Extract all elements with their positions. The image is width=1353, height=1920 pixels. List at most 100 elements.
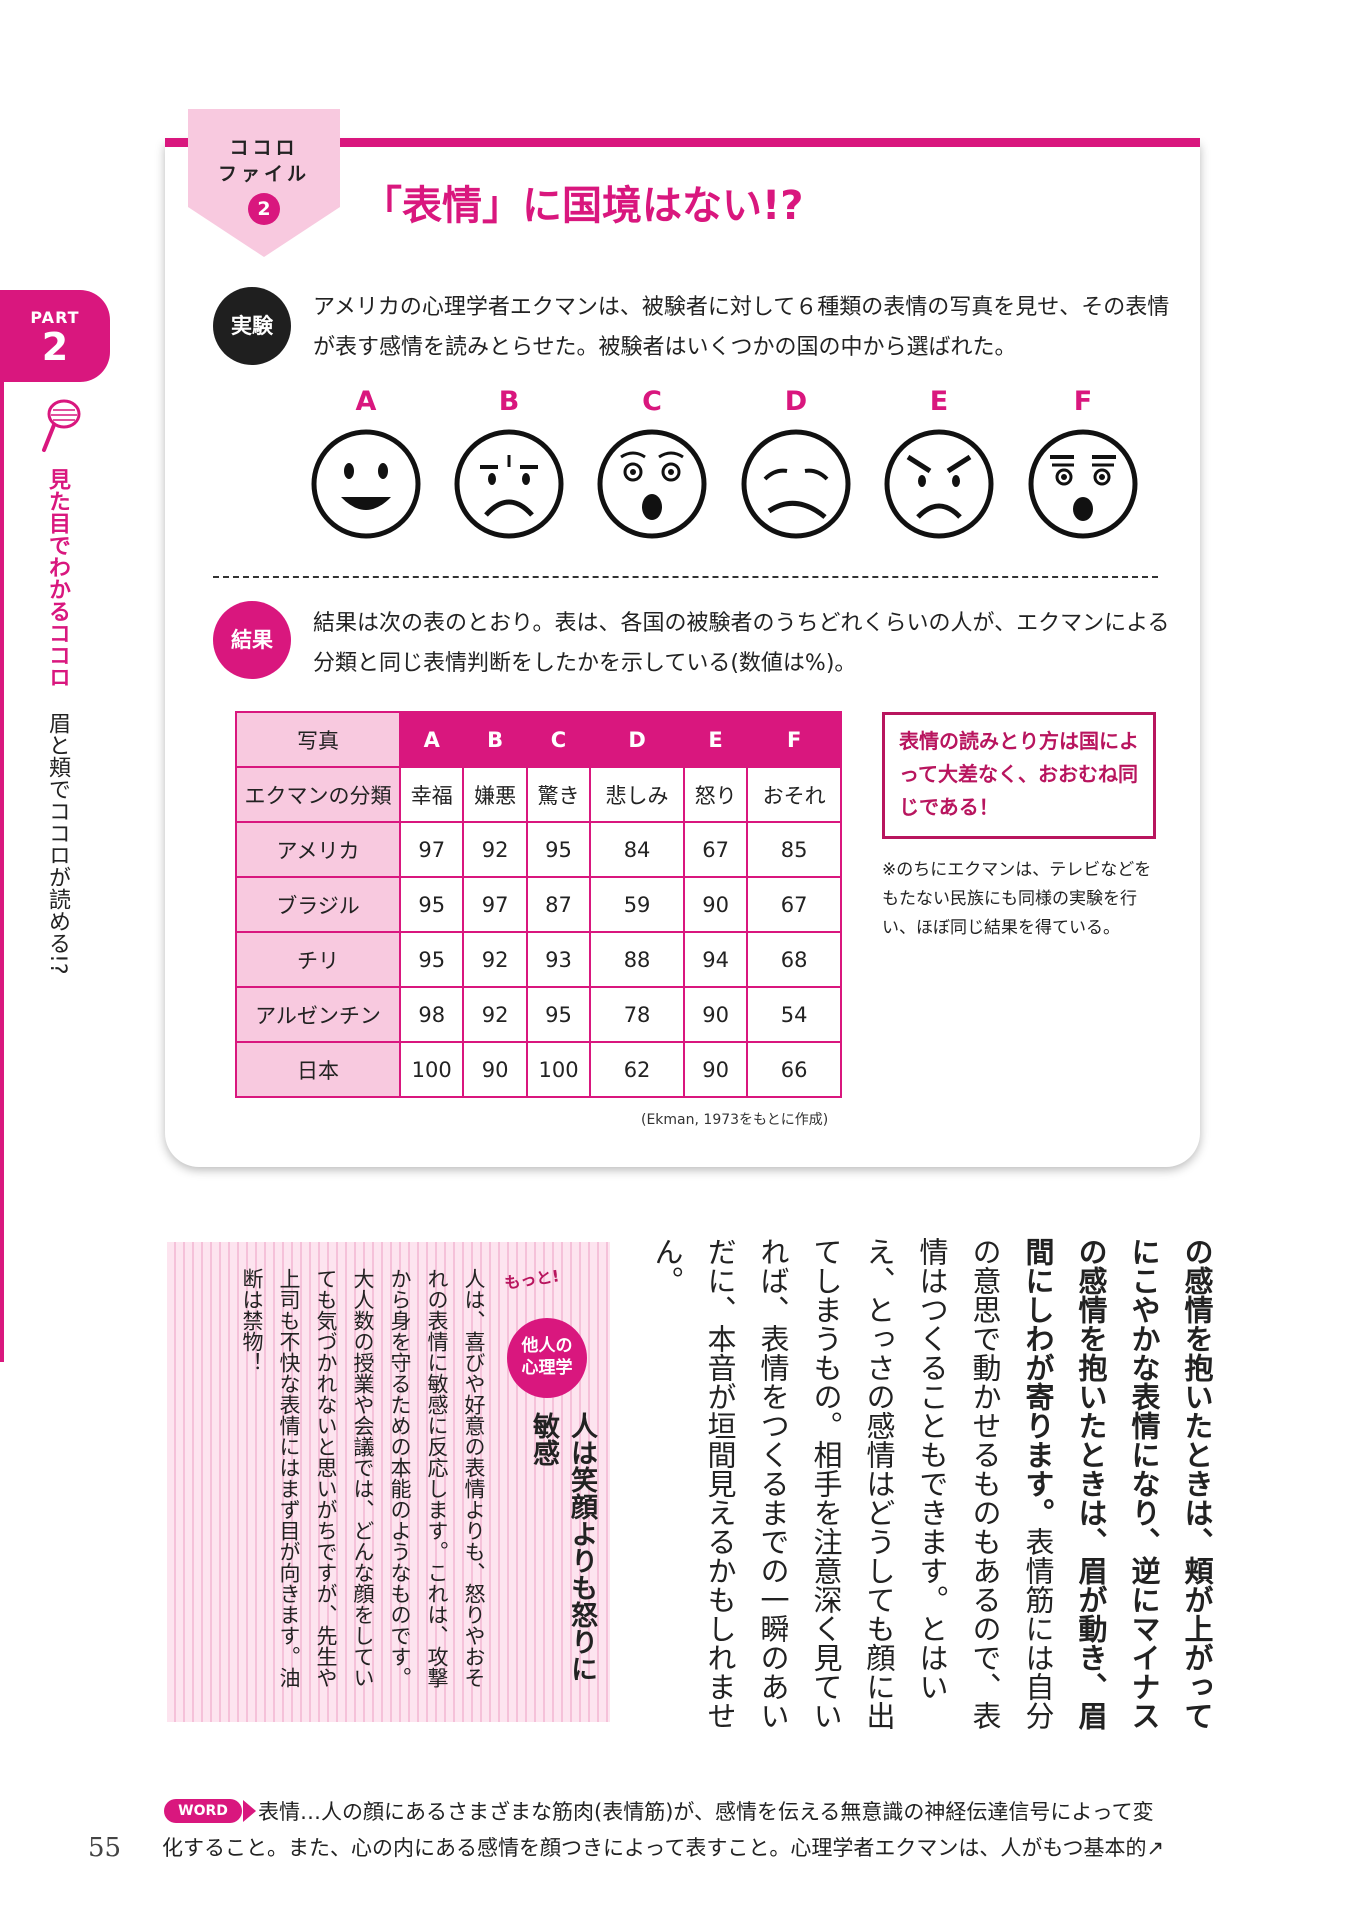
table-class-row: エクマンの分類 幸福 嫌悪 驚き 悲しみ 怒り おそれ <box>235 766 842 823</box>
side-accent-bar <box>0 382 4 1362</box>
table-cell: 90 <box>682 876 749 933</box>
word-footnote: 表情…人の顔にあるさまざまな筋肉(表情筋)が、感情を伝える無意識の神経伝達信号に… <box>162 1794 1218 1866</box>
more-circle-line-2: 心理学 <box>521 1358 573 1378</box>
table-row: 日本 100 90 100 62 90 66 <box>235 1041 842 1098</box>
badge-line-1: ココロ <box>229 137 299 159</box>
table-cell: 67 <box>746 876 842 933</box>
surprise-face-icon <box>597 429 707 539</box>
table-row: アルゼンチン 98 92 95 78 90 54 <box>235 986 842 1043</box>
part-number: 2 <box>41 325 69 369</box>
side-title-main: 見た目でわかるココロ <box>45 468 70 688</box>
table-cell: 93 <box>525 931 592 988</box>
footnote-line-2: 化すること。また、心の内にある感情を顔つきによって表すこと。心理学者エクマンは、… <box>162 1836 1165 1860</box>
table-cell: 92 <box>462 986 528 1043</box>
table-cell: 87 <box>525 876 592 933</box>
table-col-header: D <box>589 711 685 768</box>
result-tag: 結果 <box>213 601 291 679</box>
table-cell: 97 <box>462 876 528 933</box>
table-row-country: アメリカ <box>235 821 401 878</box>
table-cell: 100 <box>525 1041 592 1098</box>
table-cell: 90 <box>462 1041 528 1098</box>
table-row-country: 日本 <box>235 1041 401 1098</box>
page-number: 55 <box>88 1833 122 1863</box>
table-class-cell: 怒り <box>682 766 749 823</box>
table-cell: 95 <box>398 931 465 988</box>
section-divider <box>213 576 1158 578</box>
note-text: ※のちにエクマンは、テレビなどをもたない民族にも同様の実験を行い、ほぼ同じ結果を… <box>882 860 1152 938</box>
table-cell: 90 <box>682 1041 749 1098</box>
main-body-text: の感情を抱いたときは、頬が上がってにこやかな表情になり、逆にマイナスの感情を抱い… <box>640 1237 1223 1737</box>
table-cell: 95 <box>525 986 592 1043</box>
more-circle-badge: 他人の 心理学 <box>507 1318 587 1398</box>
part-tab: PART 2 <box>0 290 110 382</box>
badge-line-2: ファイル <box>217 163 310 185</box>
table-cell: 92 <box>462 931 528 988</box>
table-header-class: エクマンの分類 <box>235 766 401 823</box>
magnifier-icon <box>42 399 81 452</box>
table-row-country: チリ <box>235 931 401 988</box>
anger-face-icon <box>884 429 994 539</box>
table-cell: 62 <box>589 1041 685 1098</box>
table-class-cell: 悲しみ <box>589 766 685 823</box>
card-title: 「表情」に国境はない!? <box>362 183 804 229</box>
more-circle-line-1: 他人の <box>521 1336 573 1356</box>
table-cell: 66 <box>746 1041 842 1098</box>
table-cell: 98 <box>398 986 465 1043</box>
table-cell: 95 <box>398 876 465 933</box>
result-text: 結果は次の表のとおり。表は、各国の被験者のうちどれくらいの人が、エクマンによる分… <box>313 611 1170 676</box>
table-row: チリ 95 92 93 88 94 68 <box>235 931 842 988</box>
table-col-header: B <box>462 711 528 768</box>
side-title-sub: 眉と頬でココロが読める!? <box>45 712 70 975</box>
table-cell: 95 <box>525 821 592 878</box>
disgust-face-icon <box>454 429 564 539</box>
table-row: ブラジル 95 97 87 59 90 67 <box>235 876 842 933</box>
table-header-row: 写真 A B C D E F <box>235 711 842 768</box>
table-cell: 88 <box>589 931 685 988</box>
table-cell: 54 <box>746 986 842 1043</box>
table-source: (Ekman, 1973をもとに作成) <box>641 1112 829 1128</box>
face-letter-e: E <box>929 386 949 417</box>
word-badge: WORD <box>164 1799 242 1823</box>
table-cell: 94 <box>682 931 749 988</box>
badge-number: 2 <box>248 193 280 225</box>
table-row: アメリカ 97 92 95 84 67 85 <box>235 821 842 878</box>
result-table: 写真 A B C D E F エクマンの分類 幸福 嫌悪 驚き 悲しみ 怒り お… <box>235 711 842 1098</box>
word-arrow-icon <box>243 1800 256 1822</box>
happy-face-icon <box>311 429 421 539</box>
table-cell: 78 <box>589 986 685 1043</box>
fear-face-icon <box>1028 429 1138 539</box>
sad-face-icon <box>741 429 851 539</box>
table-row-country: ブラジル <box>235 876 401 933</box>
face-letter-c: C <box>642 386 662 417</box>
table-class-cell: 驚き <box>525 766 592 823</box>
table-col-header: C <box>525 711 592 768</box>
experiment-tag: 実験 <box>213 287 291 365</box>
experiment-text: アメリカの心理学者エクマンは、被験者に対して６種類の表情の写真を見せ、その表情が… <box>313 295 1170 360</box>
table-cell: 90 <box>682 986 749 1043</box>
table-row-country: アルゼンチン <box>235 986 401 1043</box>
table-class-cell: 幸福 <box>398 766 465 823</box>
face-letter-a: A <box>355 386 377 417</box>
face-letter-f: F <box>1073 386 1093 417</box>
table-cell: 85 <box>746 821 842 878</box>
table-col-header: E <box>682 711 749 768</box>
table-cell: 97 <box>398 821 465 878</box>
summary-box: 表情の読みとり方は国によって大差なく、おおむね同じである！ <box>882 712 1156 839</box>
face-letter-d: D <box>784 386 808 417</box>
table-cell: 84 <box>589 821 685 878</box>
footnote-line-1: 表情…人の顔にあるさまざまな筋肉(表情筋)が、感情を伝える無意識の神経伝達信号に… <box>258 1800 1154 1824</box>
table-cell: 92 <box>462 821 528 878</box>
table-header-photo: 写真 <box>235 711 401 768</box>
file-badge: ココロ ファイル 2 <box>188 109 340 257</box>
table-cell: 68 <box>746 931 842 988</box>
table-col-header: A <box>398 711 465 768</box>
table-cell: 59 <box>589 876 685 933</box>
table-cell: 67 <box>682 821 749 878</box>
table-class-cell: おそれ <box>746 766 842 823</box>
table-class-cell: 嫌悪 <box>462 766 528 823</box>
more-heading: 人は笑顔よりも怒りに敏感 <box>528 1412 597 1682</box>
table-cell: 100 <box>398 1041 465 1098</box>
main-plain-text: 表情筋には自分の意思で動かせるものもあるので、表情はつくることもできます。とはい… <box>650 1237 1055 1730</box>
face-letter-b: B <box>498 386 520 417</box>
table-col-header: F <box>746 711 842 768</box>
